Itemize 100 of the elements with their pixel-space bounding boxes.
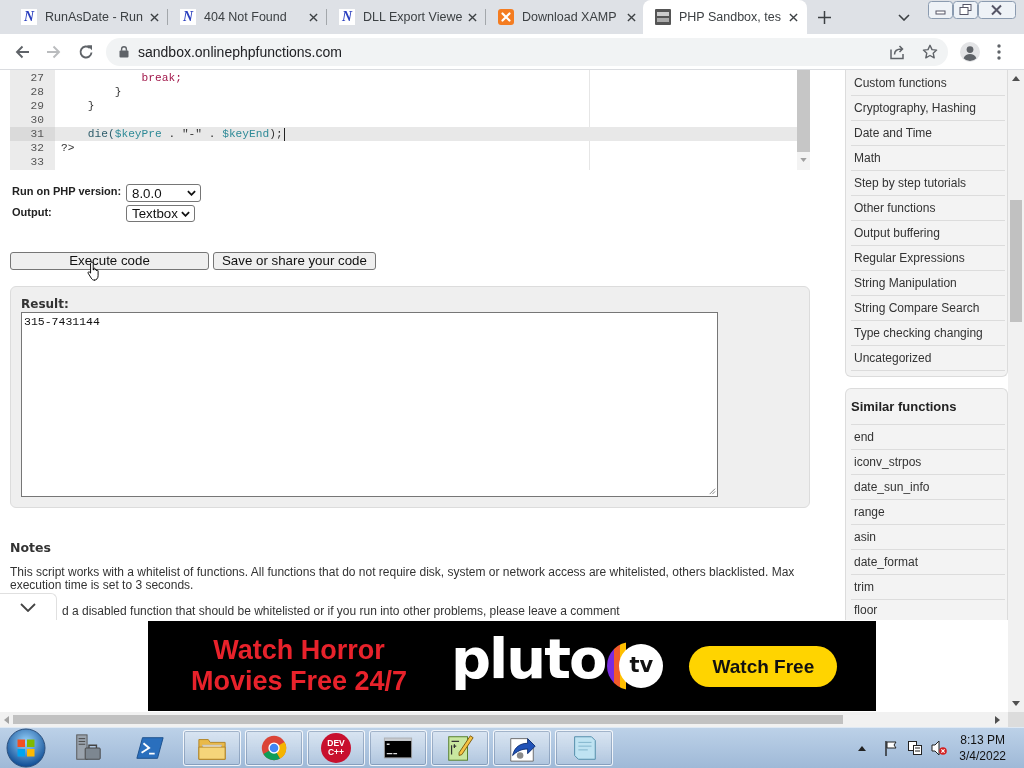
chevron-down-icon bbox=[181, 210, 190, 217]
line-number: 29 bbox=[30, 100, 44, 112]
collapse-ad-button[interactable] bbox=[0, 593, 57, 620]
field-label: Run on PHP version: bbox=[11, 184, 123, 198]
ad-headline: Watch Horror Movies Free 24/7 bbox=[189, 635, 409, 697]
function-link[interactable]: end bbox=[851, 425, 1005, 450]
action-button[interactable]: Execute code bbox=[10, 252, 209, 270]
line-number: 28 bbox=[30, 86, 44, 98]
scrollbar-thumb[interactable] bbox=[13, 715, 843, 724]
server-icon bbox=[73, 733, 103, 763]
lock-icon[interactable] bbox=[119, 45, 129, 58]
function-link[interactable]: date_format bbox=[851, 550, 1005, 575]
close-icon[interactable] bbox=[150, 12, 159, 22]
select-field[interactable]: 8.0.0 bbox=[126, 184, 201, 202]
watch-free-button[interactable]: Watch Free bbox=[689, 645, 838, 687]
start-orb-icon[interactable] bbox=[6, 728, 46, 768]
action-button[interactable]: Save or share your code bbox=[213, 252, 376, 270]
browser-tab[interactable]: N RunAsDate - Run bbox=[9, 0, 168, 34]
back-arrow-icon[interactable] bbox=[14, 43, 30, 60]
field-label: Output: bbox=[11, 205, 53, 219]
scrollbar-thumb[interactable] bbox=[797, 70, 810, 152]
close-icon[interactable] bbox=[789, 12, 798, 22]
category-link[interactable]: Math bbox=[851, 146, 1005, 171]
code-line: die($keyPre . "-" . $keyEnd); bbox=[86, 127, 283, 141]
category-link[interactable]: String Compare Search bbox=[851, 296, 1005, 321]
reload-icon[interactable] bbox=[78, 43, 94, 60]
page-scrollbar[interactable] bbox=[1008, 70, 1024, 712]
taskbar-button[interactable] bbox=[493, 730, 551, 766]
code-line: } bbox=[113, 85, 122, 99]
function-link[interactable]: date_sun_info bbox=[851, 475, 1005, 500]
site-logo: N bbox=[339, 9, 355, 25]
site-logo: N bbox=[21, 9, 37, 25]
category-link[interactable]: Uncategorized bbox=[851, 346, 1005, 371]
notepad-pen-icon bbox=[445, 733, 475, 763]
brand-badge: tv bbox=[607, 642, 664, 690]
triangle-up-icon[interactable] bbox=[858, 745, 867, 751]
function-link[interactable]: trim bbox=[851, 575, 1005, 600]
speaker-icon[interactable] bbox=[931, 740, 948, 756]
browser-tab[interactable]: N 404 Not Found bbox=[168, 0, 327, 34]
select-field[interactable]: Textbox bbox=[126, 205, 195, 222]
line-number: 27 bbox=[30, 72, 44, 84]
chevron-down-icon bbox=[20, 602, 36, 612]
clock-date: 3/4/2022 bbox=[959, 748, 1006, 764]
avatar-icon[interactable] bbox=[960, 41, 980, 62]
plus-icon[interactable] bbox=[818, 10, 831, 24]
notes-paragraph: d a disabled function that should be whitelisted or if you run into other problems, please leave a comment bbox=[62, 605, 621, 618]
star-icon[interactable] bbox=[922, 43, 938, 60]
category-link[interactable]: Step by step tutorials bbox=[851, 171, 1005, 196]
horizontal-scrollbar[interactable] bbox=[0, 712, 1024, 727]
code-line: ?> bbox=[61, 141, 75, 155]
function-link[interactable]: floor bbox=[851, 600, 1005, 620]
close-icon[interactable] bbox=[309, 12, 318, 22]
browser-tab[interactable]: PHP Sandbox, tes bbox=[643, 0, 807, 34]
function-link[interactable]: iconv_strpos bbox=[851, 450, 1005, 475]
notes-heading: Notes bbox=[10, 541, 52, 555]
line-number: 32 bbox=[30, 142, 44, 154]
clock-time: 8:13 PM bbox=[960, 732, 1005, 748]
line-number: 33 bbox=[30, 156, 44, 168]
taskbar-button[interactable]: DEV C++ bbox=[307, 730, 365, 766]
code-line: break; bbox=[140, 71, 182, 85]
scroll-up-arrow-icon[interactable] bbox=[1012, 76, 1020, 81]
scroll-down-arrow-icon[interactable] bbox=[1012, 701, 1020, 706]
chevron-down-icon bbox=[187, 190, 196, 196]
chevron-down-icon[interactable] bbox=[898, 13, 910, 21]
line-number: 31 bbox=[30, 128, 44, 140]
category-link[interactable]: Output buffering bbox=[851, 221, 1005, 246]
restore-icon[interactable] bbox=[953, 1, 978, 19]
category-link[interactable]: String Manipulation bbox=[851, 271, 1005, 296]
editor-scrollbar[interactable] bbox=[797, 70, 810, 170]
tile-logo-icon bbox=[498, 9, 514, 25]
browser-tab[interactable]: N DLL Export Viewe bbox=[327, 0, 486, 34]
panel-heading: Similar functions bbox=[851, 389, 1005, 425]
close-icon[interactable] bbox=[978, 1, 1016, 19]
function-link[interactable]: asin bbox=[851, 525, 1005, 550]
taskbar-button[interactable] bbox=[369, 730, 427, 766]
flag-icon[interactable] bbox=[883, 740, 900, 756]
output-textarea[interactable]: 315-7431144 bbox=[21, 312, 718, 497]
close-icon[interactable] bbox=[627, 12, 636, 22]
ad-banner[interactable]: Watch Horror Movies Free 24/7 pluto tv Watch Free bbox=[148, 621, 876, 711]
close-icon[interactable] bbox=[468, 12, 477, 22]
kebab-menu-icon[interactable] bbox=[997, 43, 1001, 60]
scroll-right-arrow-icon[interactable] bbox=[995, 715, 1000, 724]
line-number: 30 bbox=[30, 114, 44, 126]
category-link[interactable]: Date and Time bbox=[851, 121, 1005, 146]
circle-logo-icon bbox=[259, 733, 289, 763]
category-link[interactable]: Custom functions bbox=[851, 71, 1005, 96]
category-link[interactable]: Regular Expressions bbox=[851, 246, 1005, 271]
notes-paragraph: This script works with a whitelist of functions. All functions that do not require disk, system or network access are whitelisted, others blacklisted. Max execution time is set to 3 seconds. bbox=[10, 566, 796, 592]
share-icon[interactable] bbox=[889, 43, 905, 60]
address-bar[interactable]: sandbox.onlinephpfunctions.com bbox=[106, 37, 948, 66]
scrollbar-thumb[interactable] bbox=[1010, 200, 1022, 322]
network-icon[interactable] bbox=[907, 740, 924, 756]
category-link[interactable]: Type checking changing bbox=[851, 321, 1005, 346]
text-cursor-icon bbox=[283, 127, 285, 141]
category-link[interactable]: Cryptography, Hashing bbox=[851, 96, 1005, 121]
resize-grip-icon[interactable] bbox=[707, 486, 716, 495]
result-label: Result: bbox=[21, 296, 70, 312]
category-link[interactable]: Other functions bbox=[851, 196, 1005, 221]
function-link[interactable]: range bbox=[851, 500, 1005, 525]
square-logo-icon bbox=[655, 9, 671, 25]
